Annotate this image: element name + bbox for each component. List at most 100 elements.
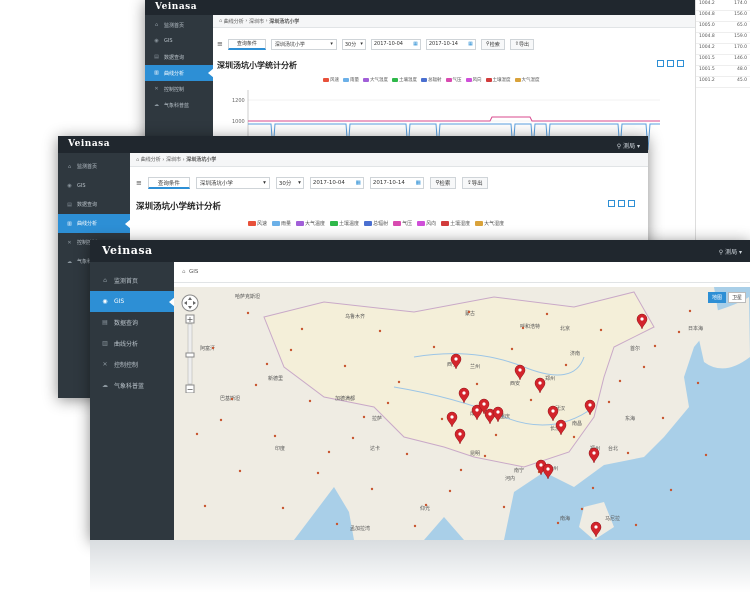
export-button[interactable]: ⇪ 导出 <box>509 38 534 50</box>
station-select[interactable]: 深圳汤坑小学 ▾ <box>270 38 337 50</box>
pan-zoom-icon[interactable]: + − <box>180 293 200 394</box>
menu-icon[interactable]: ≡ <box>136 179 142 187</box>
breadcrumb: ⌂ 曲线分析 › 深圳市 › 深圳汤坑小学 <box>130 153 648 167</box>
sidebar-item-2[interactable]: ▤ 数据查询 <box>58 195 130 214</box>
legend-item[interactable]: 风向 <box>417 220 436 227</box>
legend-item[interactable]: 土壤温度 <box>392 77 417 83</box>
end-date-input[interactable]: 2017-10-14 ▦ <box>425 38 476 50</box>
breadcrumb-item[interactable]: 深圳市 <box>166 156 181 163</box>
sidebar-item-1[interactable]: ◉ GIS <box>90 291 175 312</box>
legend-label: 大气湿度 <box>521 78 540 83</box>
query-toolbar: ≡ 查询条件 深圳汤坑小学 ▾ 30分 ▾ 2017-10-04 ▦ 2017-10-… <box>136 177 488 189</box>
map-type-satellite-button[interactable]: 卫星 <box>727 292 746 303</box>
sidebar-item-2[interactable]: ▤ 数据查询 <box>145 49 213 65</box>
start-date-input[interactable]: 2017-10-04 ▦ <box>370 38 421 50</box>
sidebar: ⌂ 监测首页 ◉ GIS ▤ 数据查询 ▥ 曲线分析 ✕ 控制控制 ☁ 气象科普蓝 <box>90 262 175 540</box>
chart-tools <box>608 200 635 207</box>
legend-label: 大气湿度 <box>484 221 505 227</box>
sidebar-item-0[interactable]: ⌂ 监测首页 <box>58 157 130 176</box>
legend-swatch <box>323 78 329 82</box>
end-date-input[interactable]: 2017-10-14 ▦ <box>369 177 424 189</box>
legend-item[interactable]: 风向 <box>465 77 482 83</box>
sidebar-item-0[interactable]: ⌂ 监测首页 <box>90 270 174 291</box>
map-label: 北京 <box>560 325 570 332</box>
city-dot <box>580 507 584 511</box>
sidebar-item-1[interactable]: ◉ GIS <box>145 33 213 49</box>
city-dot <box>335 522 339 526</box>
line-chart-icon[interactable] <box>608 200 615 207</box>
sidebar-item-label: 控制控制 <box>164 86 185 93</box>
search-button[interactable]: ⚲ 检索 <box>480 38 505 50</box>
station-marker-icon[interactable] <box>542 463 554 480</box>
sidebar-item-5[interactable]: ☁ 气象科普蓝 <box>90 375 174 396</box>
legend-item[interactable]: 土壤湿度 <box>485 77 511 83</box>
sidebar-item-label: 数据查询 <box>114 320 139 327</box>
chart-tools <box>657 60 684 67</box>
database-icon: ▤ <box>67 201 72 208</box>
table-cell: 146.0 <box>734 56 747 61</box>
interval-select[interactable]: 30分 ▾ <box>341 38 366 50</box>
sidebar-item-4[interactable]: ✕ 控制控制 <box>145 81 213 97</box>
menu-icon[interactable]: ≡ <box>217 40 223 48</box>
sidebar-item-label: GIS <box>114 298 125 305</box>
sidebar-item-label: 监测首页 <box>164 22 185 29</box>
map-view[interactable]: 北京兰州西宁成都重庆郑州武汉长沙南昌福州广州南宁昆明拉萨西安济南台北日本海东海南… <box>174 287 750 540</box>
sidebar-item-4[interactable]: ✕ 控制控制 <box>90 354 174 375</box>
legend-item[interactable]: 大气温度 <box>363 77 388 83</box>
sidebar-item-1[interactable]: ◉ GIS <box>58 176 130 195</box>
export-button[interactable]: ⇪ 导出 <box>461 177 488 189</box>
city-dot <box>351 436 355 440</box>
home-icon[interactable]: ⌂ <box>136 157 139 163</box>
city-dot <box>378 329 382 333</box>
bar-chart-icon[interactable] <box>618 200 625 207</box>
legend-item[interactable]: 雨量 <box>343 77 359 83</box>
legend-item[interactable]: 风速 <box>323 77 339 83</box>
sidebar-item-3[interactable]: ▥ 曲线分析 <box>145 65 214 81</box>
city-dot <box>483 454 487 458</box>
query-tab[interactable]: 查询条件 <box>227 38 266 50</box>
legend-label: 气压 <box>452 78 462 83</box>
legend-item[interactable]: 土壤温度 <box>330 220 359 227</box>
legend-item[interactable]: 风速 <box>248 220 267 227</box>
home-icon[interactable]: ⌂ <box>219 18 222 24</box>
city-dot <box>607 400 611 404</box>
station-select[interactable]: 深圳汤坑小学 ▾ <box>195 177 270 189</box>
sidebar-item-3[interactable]: ▥ 曲线分析 <box>58 214 131 233</box>
start-date-input[interactable]: 2017-10-04 ▦ <box>309 177 364 189</box>
legend-item[interactable]: 大气温度 <box>296 220 325 227</box>
sidebar-item-5[interactable]: ☁ 气象科普蓝 <box>145 97 213 113</box>
map-label: 昆明 <box>470 451 480 457</box>
search-button[interactable]: ⚲ 检索 <box>429 177 456 189</box>
legend-item[interactable]: 大气湿度 <box>475 220 504 227</box>
legend-item[interactable]: 总辐射 <box>421 77 442 83</box>
map-type-map-button[interactable]: 地图 <box>707 292 726 303</box>
query-tab[interactable]: 查询条件 <box>147 177 190 189</box>
legend-item[interactable]: 土壤湿度 <box>441 220 470 227</box>
legend-item[interactable]: 气压 <box>393 220 412 227</box>
save-icon[interactable] <box>628 200 635 207</box>
breadcrumb: ⌂ GIS <box>174 262 750 283</box>
top-bar: Veinasa ⚲ 测局 ▾ <box>58 136 648 153</box>
legend-item[interactable]: 大气湿度 <box>514 77 540 83</box>
map-pin-icon: ◉ <box>154 38 159 44</box>
sidebar-item-2[interactable]: ▤ 数据查询 <box>90 312 174 333</box>
interval-select[interactable]: 30分 ▾ <box>275 177 304 189</box>
breadcrumb-item[interactable]: 深圳市 <box>249 18 264 25</box>
legend-item[interactable]: 气压 <box>445 77 462 83</box>
home-icon[interactable]: ⌂ <box>182 269 186 275</box>
breadcrumb-item[interactable]: 曲线分析 <box>224 18 244 25</box>
sidebar-item-3[interactable]: ▥ 曲线分析 <box>90 333 174 354</box>
table-cell: 159.0 <box>734 34 747 39</box>
save-icon[interactable] <box>677 60 684 67</box>
legend-swatch <box>330 221 339 226</box>
sidebar-item-0[interactable]: ⌂ 监测首页 <box>145 17 213 33</box>
breadcrumb-item[interactable]: 曲线分析 <box>141 156 161 163</box>
city-dot <box>459 468 463 472</box>
legend-item[interactable]: 雨量 <box>272 220 291 227</box>
chevron-down-icon: ▾ <box>330 41 333 47</box>
user-menu[interactable]: ⚲ 测局 ▾ <box>617 141 640 150</box>
line-chart-icon[interactable] <box>657 60 664 67</box>
user-menu[interactable]: ⚲ 测局 ▾ <box>719 247 742 256</box>
bar-chart-icon[interactable] <box>667 60 674 67</box>
legend-item[interactable]: 总辐射 <box>364 220 388 227</box>
